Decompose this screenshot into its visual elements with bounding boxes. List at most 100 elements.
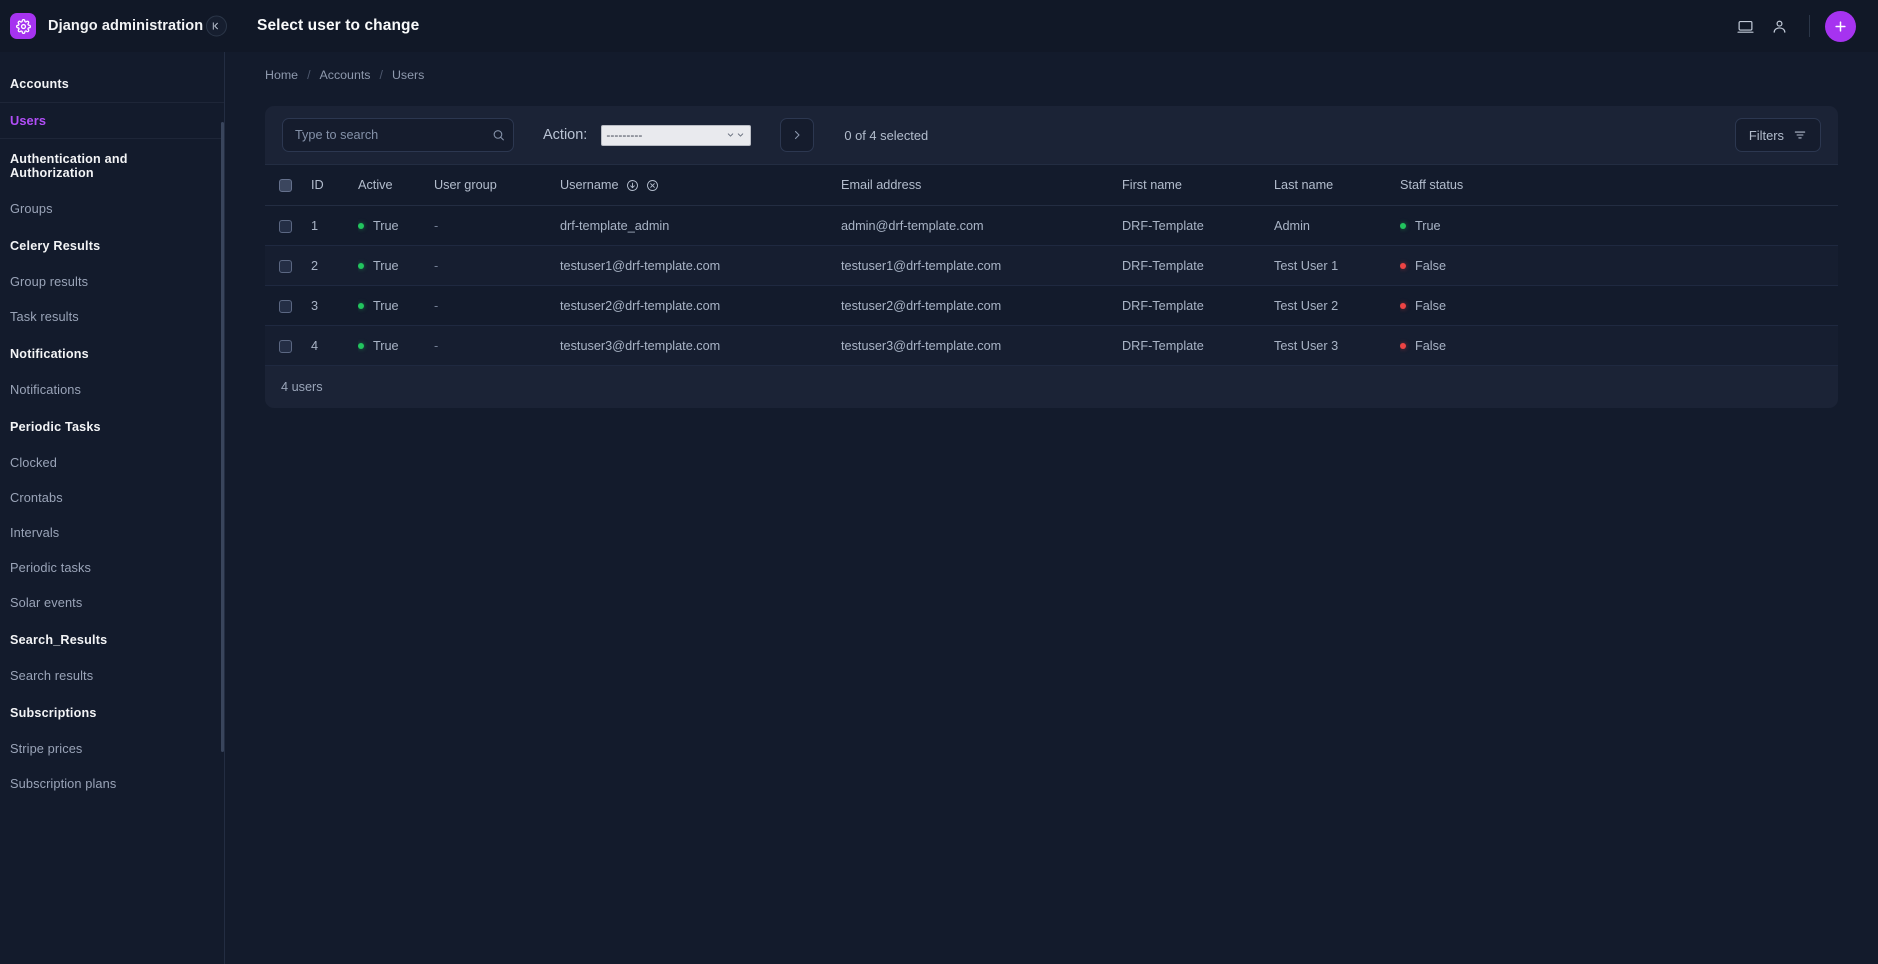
sidebar-item-solar-events[interactable]: Solar events <box>0 585 224 620</box>
sidebar-item-notifications[interactable]: Notifications <box>0 372 224 407</box>
cell-email: testuser2@drf-template.com <box>841 286 1122 326</box>
nav-group-accounts: Accounts Users <box>0 66 224 139</box>
filter-icon <box>1793 128 1807 142</box>
sidebar-item-group-results[interactable]: Group results <box>0 264 224 299</box>
cell-first-name: DRF-Template <box>1122 246 1274 286</box>
select-all-checkbox[interactable] <box>279 179 292 192</box>
sidebar-item-search-results[interactable]: Search results <box>0 658 224 693</box>
cell-username[interactable]: drf-template_admin <box>560 206 841 246</box>
cell-active-label: True <box>373 339 399 353</box>
table-row[interactable]: 4 True - testuser3@drf-template.com <box>265 326 1838 366</box>
cell-active: True <box>358 326 434 366</box>
row-checkbox[interactable] <box>279 340 292 353</box>
status-dot-true <box>358 223 364 229</box>
nav-group-title: Accounts <box>0 66 224 102</box>
sidebar-scrollbar[interactable] <box>221 122 224 752</box>
nav-group-title: Authentication and Authorization <box>0 141 224 191</box>
table-row[interactable]: 3 True - testuser2@drf-template.com <box>265 286 1838 326</box>
nav-group-title: Celery Results <box>0 228 224 264</box>
cell-staff-label: False <box>1415 299 1446 313</box>
cell-staff-label: False <box>1415 259 1446 273</box>
collapse-left-icon[interactable] <box>206 16 227 37</box>
column-header-active[interactable]: Active <box>358 165 434 206</box>
cell-staff-label: False <box>1415 339 1446 353</box>
page-title: Select user to change <box>257 17 419 35</box>
username-link[interactable]: drf-template_admin <box>560 219 669 233</box>
row-checkbox[interactable] <box>279 260 292 273</box>
cell-staff-status: False <box>1400 286 1838 326</box>
cell-last-name: Admin <box>1274 206 1400 246</box>
clear-sort-icon[interactable] <box>646 179 659 192</box>
results-count: 4 users <box>265 366 1838 408</box>
cell-active: True <box>358 206 434 246</box>
row-checkbox[interactable] <box>279 300 292 313</box>
sort-desc-icon[interactable] <box>626 179 639 192</box>
username-link[interactable]: testuser3@drf-template.com <box>560 339 720 353</box>
sidebar-item-crontabs[interactable]: Crontabs <box>0 480 224 515</box>
cell-active: True <box>358 246 434 286</box>
column-header-user-group[interactable]: User group <box>434 165 560 206</box>
breadcrumb-item-home[interactable]: Home <box>265 68 298 82</box>
sidebar: Accounts Users Authentication and Author… <box>0 52 225 964</box>
column-header-id[interactable]: ID <box>311 165 358 206</box>
nav-divider <box>0 138 224 139</box>
cell-first-name: DRF-Template <box>1122 206 1274 246</box>
cell-username[interactable]: testuser2@drf-template.com <box>560 286 841 326</box>
breadcrumb-separator: / <box>379 68 382 82</box>
column-header-username-label: Username <box>560 178 619 192</box>
sidebar-item-subscription-plans[interactable]: Subscription plans <box>0 766 224 801</box>
filters-button[interactable]: Filters <box>1735 118 1821 152</box>
row-checkbox[interactable] <box>279 220 292 233</box>
breadcrumb-separator: / <box>307 68 310 82</box>
nav-group-celery: Celery Results Group results Task result… <box>0 228 224 334</box>
sidebar-item-groups[interactable]: Groups <box>0 191 224 226</box>
column-header-last-name[interactable]: Last name <box>1274 165 1400 206</box>
status-dot-true <box>1400 223 1406 229</box>
row-select-cell <box>265 246 311 286</box>
sidebar-item-intervals[interactable]: Intervals <box>0 515 224 550</box>
table-head: ID Active User group Username <box>265 165 1838 206</box>
cell-user-group: - <box>434 206 560 246</box>
nav-group-periodic-tasks: Periodic Tasks Clocked Crontabs Interval… <box>0 409 224 620</box>
table-row[interactable]: 1 True - drf-template_admin <box>265 206 1838 246</box>
sidebar-item-clocked[interactable]: Clocked <box>0 445 224 480</box>
cell-username[interactable]: testuser1@drf-template.com <box>560 246 841 286</box>
action-select[interactable]: --------- <box>601 125 751 146</box>
nav-group-search-results: Search_Results Search results <box>0 622 224 693</box>
username-link[interactable]: testuser1@drf-template.com <box>560 259 720 273</box>
laptop-icon[interactable] <box>1730 11 1760 41</box>
user-icon[interactable] <box>1764 11 1794 41</box>
column-header-username[interactable]: Username <box>560 165 841 206</box>
username-link[interactable]: testuser2@drf-template.com <box>560 299 720 313</box>
cell-id: 4 <box>311 326 358 366</box>
cell-first-name: DRF-Template <box>1122 286 1274 326</box>
search-input[interactable] <box>282 118 514 152</box>
nav-group-title: Search_Results <box>0 622 224 658</box>
nav-group-title: Subscriptions <box>0 695 224 731</box>
status-dot-true <box>358 303 364 309</box>
main-content: Home / Accounts / Users Action: <box>225 52 1878 964</box>
table-row[interactable]: 2 True - testuser1@drf-template.com <box>265 246 1838 286</box>
add-button[interactable] <box>1825 11 1856 42</box>
table-header-row: ID Active User group Username <box>265 165 1838 206</box>
column-header-staff-status[interactable]: Staff status <box>1400 165 1838 206</box>
cell-email: testuser3@drf-template.com <box>841 326 1122 366</box>
cell-last-name: Test User 3 <box>1274 326 1400 366</box>
action-select-container: --------- <box>601 125 751 146</box>
cell-staff-status: False <box>1400 326 1838 366</box>
column-header-email[interactable]: Email address <box>841 165 1122 206</box>
sidebar-item-users[interactable]: Users <box>0 103 224 138</box>
sidebar-item-task-results[interactable]: Task results <box>0 299 224 334</box>
cell-username[interactable]: testuser3@drf-template.com <box>560 326 841 366</box>
column-header-first-name[interactable]: First name <box>1122 165 1274 206</box>
sidebar-item-stripe-prices[interactable]: Stripe prices <box>0 731 224 766</box>
breadcrumb-item-accounts[interactable]: Accounts <box>320 68 371 82</box>
row-select-cell <box>265 206 311 246</box>
breadcrumb: Home / Accounts / Users <box>225 52 1878 98</box>
header-divider <box>1809 15 1810 37</box>
cell-email: admin@drf-template.com <box>841 206 1122 246</box>
sidebar-item-periodic-tasks[interactable]: Periodic tasks <box>0 550 224 585</box>
nav-group-notifications: Notifications Notifications <box>0 336 224 407</box>
run-action-button[interactable] <box>780 118 814 152</box>
action-label: Action: <box>543 127 587 143</box>
